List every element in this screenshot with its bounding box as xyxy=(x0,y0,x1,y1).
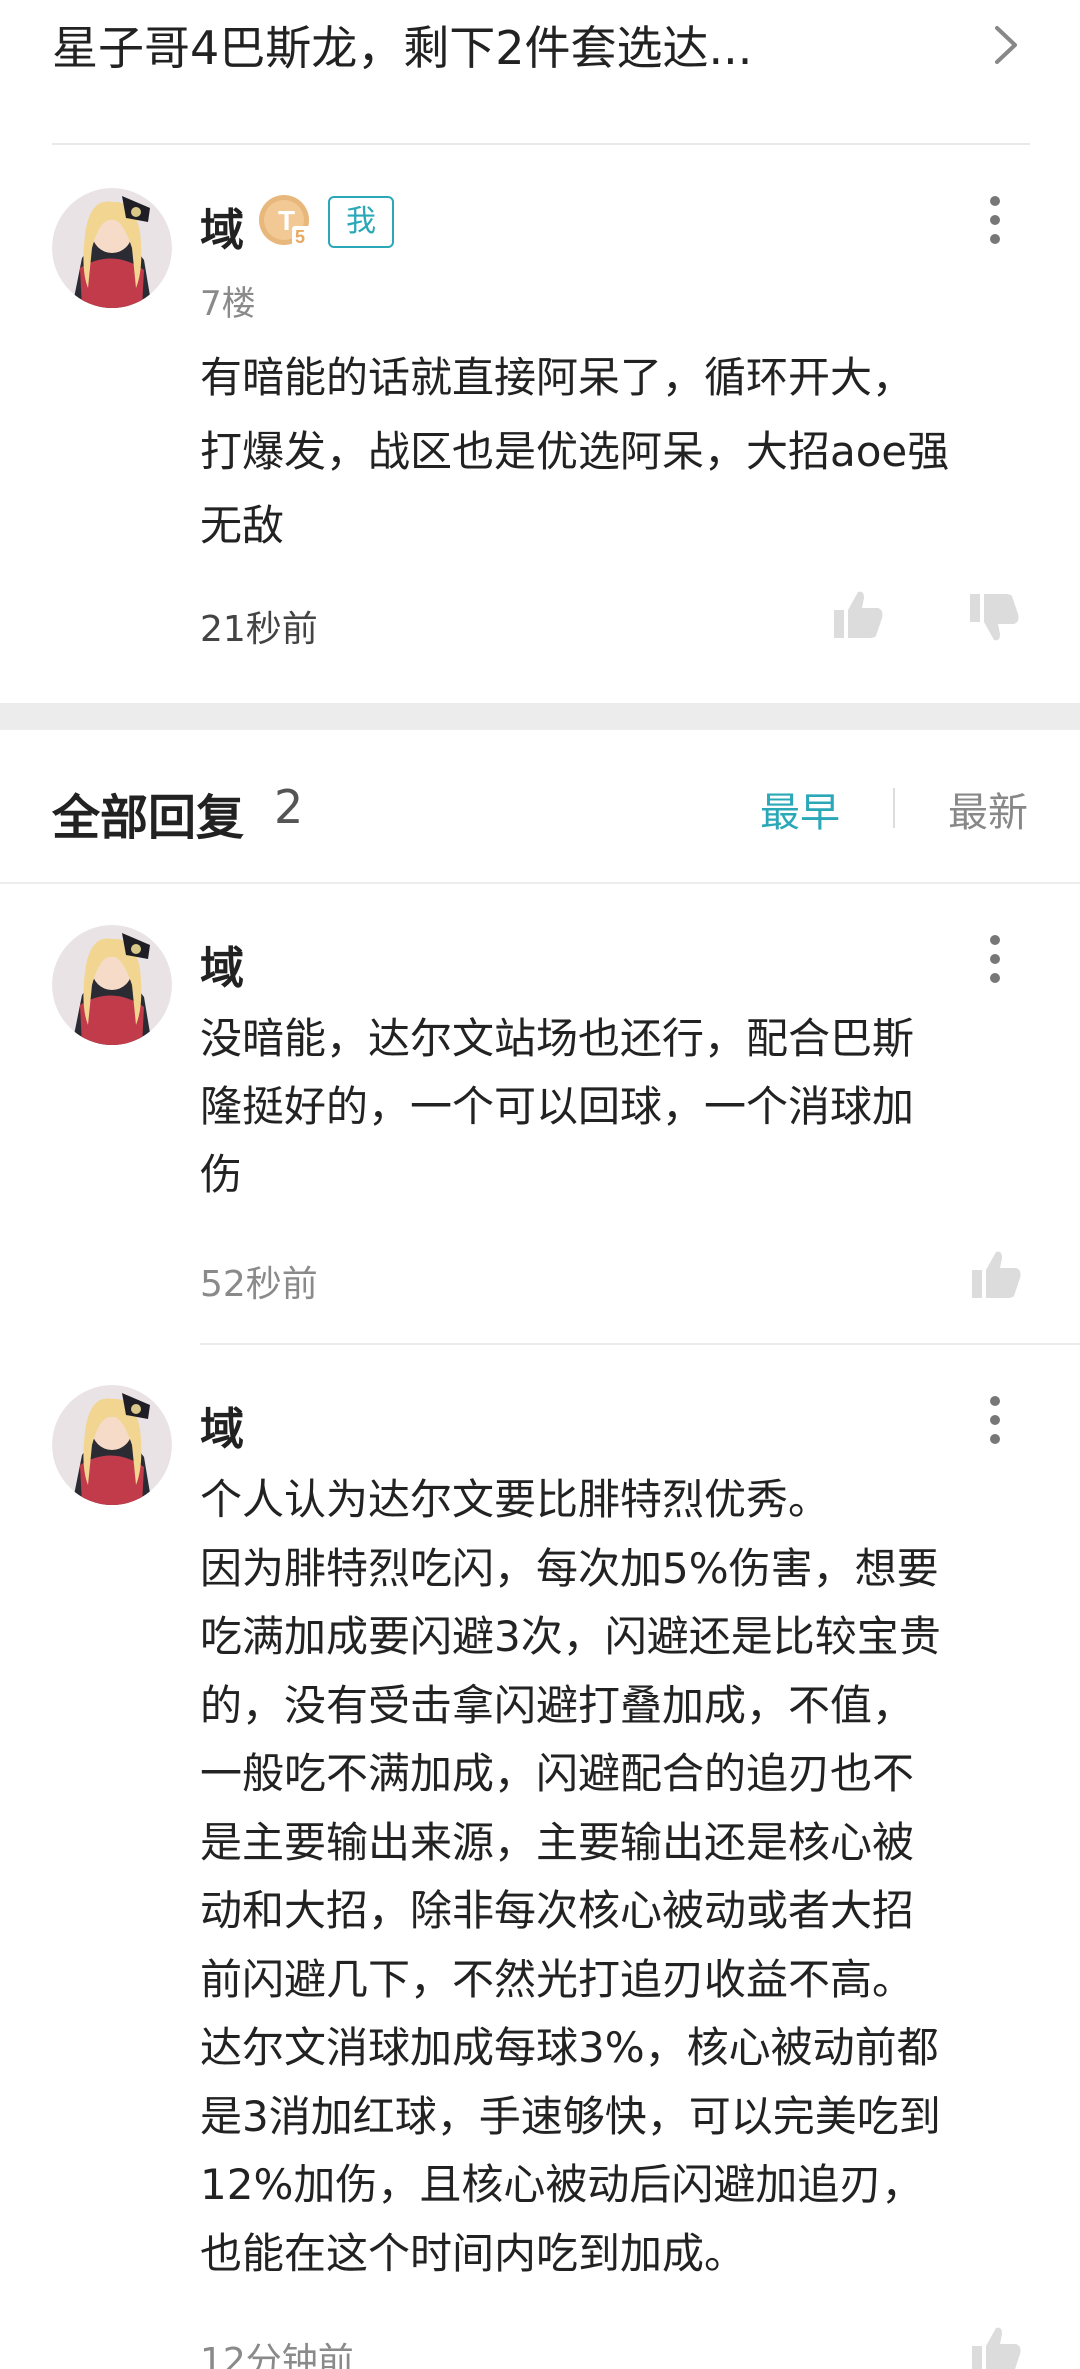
avatar[interactable] xyxy=(52,188,172,308)
reply-line: 是3消加红球，手速够快，可以完美吃到 xyxy=(200,2091,941,2141)
me-badge: 我 xyxy=(328,196,394,248)
reply-time: 12分钟前 xyxy=(200,2341,354,2369)
reply-text: 没暗能，达尔文站场也还行，配合巴斯 隆挺好的，一个可以回球，一个消球加 伤 xyxy=(200,1005,1040,1209)
divider xyxy=(52,143,1030,145)
more-options-icon[interactable] xyxy=(985,196,1005,256)
like-icon[interactable] xyxy=(968,1246,1024,1302)
comment-time: 21秒前 xyxy=(200,609,318,650)
reply-line: 前闪避几下，不然光打追刃收益不高。 xyxy=(200,1954,915,2004)
reply-line: 一般吃不满加成，闪避配合的追刃也不 xyxy=(200,1749,915,1798)
reply-time: 52秒前 xyxy=(200,1264,318,1305)
level-badge-icon: T 5 xyxy=(259,195,310,247)
username[interactable]: 域 xyxy=(200,1393,244,1457)
main-comment: 域 T 5 我 7楼 有暗能的话就直接阿呆了，循环开大， 打爆发，战区也是优选阿… xyxy=(0,146,1080,704)
reply-line: 12%加伤，且核心被动后闪避加追刃， xyxy=(200,2160,924,2209)
like-icon[interactable] xyxy=(968,2322,1024,2369)
username[interactable]: 域 xyxy=(200,932,244,996)
svg-text:5: 5 xyxy=(295,227,305,247)
reply-line: 也能在这个时间内吃到加成。 xyxy=(200,2228,747,2278)
comment-line: 打爆发，战区也是优选阿呆，大招aoe强 xyxy=(200,427,950,476)
sort-newest-tab[interactable]: 最新 xyxy=(948,780,1028,838)
reply-line: 隆挺好的，一个可以回球，一个消球加 xyxy=(200,1082,915,1131)
more-options-icon[interactable] xyxy=(985,1396,1005,1456)
username[interactable]: 域 xyxy=(200,194,244,258)
divider xyxy=(200,1343,1080,1345)
reply-line: 个人认为达尔文要比腓特烈优秀。 xyxy=(200,1475,831,1524)
reply-line: 没暗能，达尔文站场也还行，配合巴斯 xyxy=(200,1014,915,1063)
reply-line: 的，没有受击拿闪避打叠加成，不值， xyxy=(200,1680,915,1730)
reply-line: 伤 xyxy=(200,1150,243,1199)
replies-count: 2 xyxy=(274,780,304,834)
replies-label: 全部回复 xyxy=(52,790,245,846)
more-options-icon[interactable] xyxy=(985,935,1005,995)
floor-number: 7楼 xyxy=(200,284,256,324)
like-icon[interactable] xyxy=(830,586,886,642)
sort-earliest-tab[interactable]: 最早 xyxy=(760,780,840,838)
divider xyxy=(0,882,1080,884)
section-separator xyxy=(0,703,1080,730)
reply-line: 动和大招，除非每次核心被动或者大招 xyxy=(200,1886,915,1935)
avatar[interactable] xyxy=(52,925,172,1045)
dislike-icon[interactable] xyxy=(966,590,1022,646)
post-title: 星子哥4巴斯龙，剩下2件套选达... xyxy=(52,21,753,75)
reply-line: 因为腓特烈吃闪，每次加5%伤害，想要 xyxy=(200,1543,939,1593)
reply-text: 个人认为达尔文要比腓特烈优秀。 因为腓特烈吃闪，每次加5%伤害，想要 吃满加成要… xyxy=(200,1466,1070,2288)
post-title-bar[interactable]: 星子哥4巴斯龙，剩下2件套选达... xyxy=(0,0,1080,145)
reply-line: 吃满加成要闪避3次，闪避还是比较宝贵 xyxy=(200,1612,941,1661)
chevron-right-icon[interactable] xyxy=(985,20,1025,70)
sort-divider xyxy=(893,788,895,828)
reply-line: 是主要输出来源，主要输出还是核心被 xyxy=(200,1817,915,1867)
avatar[interactable] xyxy=(52,1385,172,1505)
comment-text: 有暗能的话就直接阿呆了，循环开大， 打爆发，战区也是优选阿呆，大招aoe强 无敌 xyxy=(200,341,1040,563)
comment-line: 无敌 xyxy=(200,501,285,550)
comment-line: 有暗能的话就直接阿呆了，循环开大， xyxy=(200,353,915,402)
reply-line: 达尔文消球加成每球3%，核心被动前都 xyxy=(200,2023,939,2072)
replies-header: 全部回复 2 最早 最新 xyxy=(0,730,1080,883)
